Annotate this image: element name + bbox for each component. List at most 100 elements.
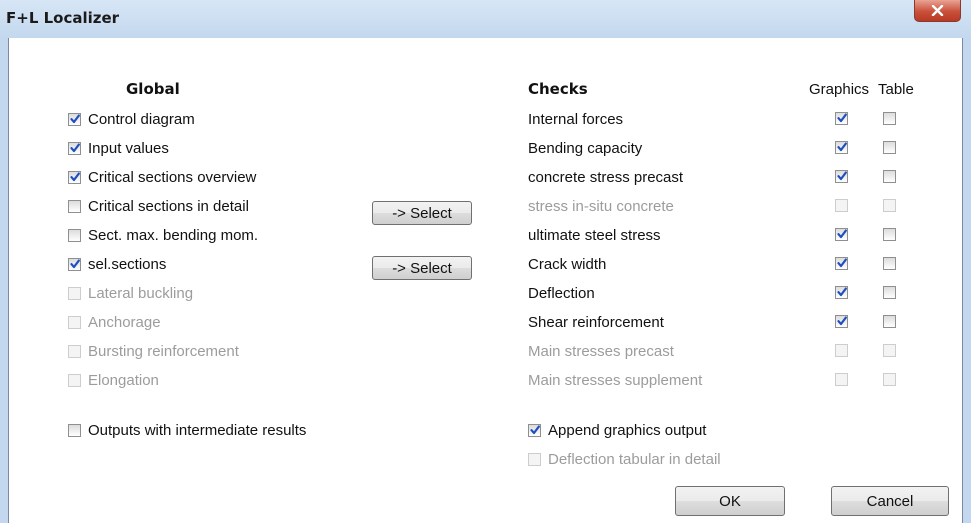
global-option-label: Input values <box>88 139 169 157</box>
select-sel-sections-button[interactable]: -> Select <box>372 256 472 280</box>
global-option-label: Lateral buckling <box>88 284 194 302</box>
checkmark-icon <box>70 143 80 152</box>
check-label: Internal forces <box>528 111 624 128</box>
check-table-checkbox[interactable] <box>883 112 896 125</box>
intermediate-results-checkbox[interactable] <box>68 423 81 437</box>
checkmark-icon <box>837 171 847 181</box>
window-frame-right <box>963 38 971 523</box>
checkmark-icon <box>70 114 80 123</box>
check-table-checkbox <box>883 199 896 212</box>
checkmark-icon <box>837 258 847 268</box>
check-table-checkbox[interactable] <box>883 257 896 270</box>
global-option-label: sel.sections <box>88 255 167 273</box>
check-graphics-checkbox[interactable] <box>835 286 848 299</box>
global-option: Bursting reinforcement <box>68 340 239 362</box>
append-graphics-label: Append graphics output <box>548 421 707 439</box>
dialog-client-area: Global Checks Graphics Table Control dia… <box>8 38 963 523</box>
cancel-button[interactable]: Cancel <box>831 486 949 516</box>
global-option: Elongation <box>68 369 159 391</box>
global-option[interactable]: Sect. max. bending mom. <box>68 224 258 246</box>
global-option-checkbox[interactable] <box>68 112 81 126</box>
global-option-checkbox[interactable] <box>68 257 81 271</box>
global-option-checkbox <box>68 286 81 300</box>
check-graphics-checkbox[interactable] <box>835 141 848 154</box>
check-label: Crack width <box>528 256 607 273</box>
select-sel-sections-label: -> Select <box>392 259 452 277</box>
check-label: Bending capacity <box>528 140 643 157</box>
checks-header: Checks <box>528 80 588 98</box>
select-sections-detail-button[interactable]: -> Select <box>372 201 472 225</box>
check-graphics-checkbox[interactable] <box>835 170 848 183</box>
deflection-tabular-option: Deflection tabular in detail <box>528 448 721 470</box>
checkmark-icon <box>70 172 80 181</box>
checkmark-icon <box>530 425 540 434</box>
global-option-checkbox[interactable] <box>68 170 81 184</box>
intermediate-results-label: Outputs with intermediate results <box>88 421 307 439</box>
check-label: concrete stress precast <box>528 169 684 186</box>
global-option: Lateral buckling <box>68 282 193 304</box>
check-graphics-checkbox[interactable] <box>835 315 848 328</box>
global-option[interactable]: Input values <box>68 137 169 159</box>
check-table-checkbox[interactable] <box>883 286 896 299</box>
global-option-label: Critical sections overview <box>88 168 257 186</box>
check-label: Deflection <box>528 285 595 302</box>
ok-button-label: OK <box>719 492 741 510</box>
checkmark-icon <box>70 259 80 268</box>
global-option: Anchorage <box>68 311 161 333</box>
check-label: ultimate steel stress <box>528 227 661 244</box>
checkmark-icon <box>837 113 847 123</box>
check-table-checkbox[interactable] <box>883 141 896 154</box>
check-table-checkbox[interactable] <box>883 170 896 183</box>
check-table-checkbox[interactable] <box>883 228 896 241</box>
global-option[interactable]: sel.sections <box>68 253 166 275</box>
check-table-checkbox[interactable] <box>883 315 896 328</box>
global-option-checkbox[interactable] <box>68 141 81 155</box>
global-option-checkbox <box>68 373 81 387</box>
global-option-checkbox <box>68 315 81 329</box>
global-option[interactable]: Critical sections in detail <box>68 195 249 217</box>
global-option[interactable]: Critical sections overview <box>68 166 256 188</box>
select-sections-detail-label: -> Select <box>392 204 452 222</box>
global-option-label: Anchorage <box>88 313 161 331</box>
table-column-header: Table <box>878 81 914 98</box>
ok-button[interactable]: OK <box>675 486 785 516</box>
cancel-button-label: Cancel <box>866 492 914 510</box>
global-option-label: Bursting reinforcement <box>88 342 239 360</box>
check-table-checkbox <box>883 373 896 386</box>
append-graphics-checkbox[interactable] <box>528 423 541 437</box>
checkmark-icon <box>837 316 847 326</box>
global-header: Global <box>126 80 180 98</box>
intermediate-results-option[interactable]: Outputs with intermediate results <box>68 419 306 441</box>
global-option[interactable]: Control diagram <box>68 108 195 130</box>
graphics-column-header: Graphics <box>809 81 870 98</box>
check-table-checkbox <box>883 344 896 357</box>
global-option-label: Elongation <box>88 371 159 389</box>
check-label: stress in-situ concrete <box>528 198 674 215</box>
checkmark-icon <box>837 287 847 297</box>
deflection-tabular-checkbox <box>528 452 541 466</box>
check-graphics-checkbox <box>835 199 848 212</box>
check-label: Shear reinforcement <box>528 314 664 331</box>
global-option-checkbox[interactable] <box>68 199 81 213</box>
append-graphics-option[interactable]: Append graphics output <box>528 419 706 441</box>
checkmark-icon <box>837 142 847 152</box>
check-label: Main stresses precast <box>528 343 674 360</box>
check-graphics-checkbox[interactable] <box>835 112 848 125</box>
check-label: Main stresses supplement <box>528 372 703 389</box>
check-graphics-checkbox[interactable] <box>835 228 848 241</box>
close-icon <box>931 5 944 16</box>
deflection-tabular-label: Deflection tabular in detail <box>548 450 721 468</box>
window-title: F+L Localizer <box>6 9 120 27</box>
check-graphics-checkbox <box>835 344 848 357</box>
global-option-label: Control diagram <box>88 110 195 128</box>
title-bar[interactable]: F+L Localizer <box>0 0 971 38</box>
check-graphics-checkbox[interactable] <box>835 257 848 270</box>
checkmark-icon <box>837 229 847 239</box>
global-option-label: Sect. max. bending mom. <box>88 226 259 244</box>
global-option-checkbox[interactable] <box>68 228 81 242</box>
check-graphics-checkbox <box>835 373 848 386</box>
global-option-label: Critical sections in detail <box>88 197 249 215</box>
window-frame-left <box>0 38 8 523</box>
global-option-checkbox <box>68 344 81 358</box>
close-button[interactable] <box>914 0 961 22</box>
